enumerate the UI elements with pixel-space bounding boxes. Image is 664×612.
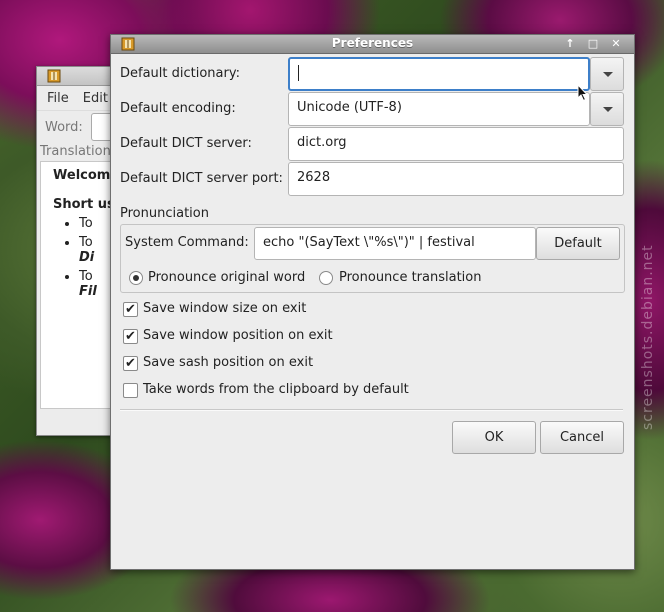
dict-port-label: Default DICT server port: (120, 171, 283, 186)
default-command-button[interactable]: Default (536, 227, 620, 260)
default-encoding-label: Default encoding: (120, 101, 236, 116)
chevron-down-icon (603, 72, 613, 77)
dialog-separator (120, 409, 623, 411)
cancel-button[interactable]: Cancel (540, 421, 624, 454)
raise-icon[interactable]: ↑ (561, 36, 579, 51)
menu-file[interactable]: File (47, 91, 69, 106)
dict-port-input[interactable]: 2628 (288, 162, 624, 196)
pronunciation-title: Pronunciation (120, 206, 211, 221)
dialog-titlebar[interactable]: Preferences ↑ □ ✕ (111, 35, 634, 54)
default-encoding-dropdown-button[interactable] (590, 92, 624, 126)
dictionary-app-icon (47, 69, 61, 87)
pronounce-original-radio[interactable] (129, 271, 143, 285)
pronounce-original-label[interactable]: Pronounce original word (148, 270, 305, 285)
pronounce-translation-radio[interactable] (319, 271, 333, 285)
watermark-text: screenshots.debian.net (640, 244, 656, 430)
clipboard-words-label[interactable]: Take words from the clipboard by default (143, 382, 409, 397)
save-sash-position-checkbox[interactable]: ✔ (123, 356, 138, 371)
default-encoding-select[interactable]: Unicode (UTF-8) (288, 92, 590, 126)
mouse-pointer-icon (577, 83, 589, 106)
default-dictionary-dropdown-button[interactable] (590, 57, 624, 91)
maximize-icon[interactable]: □ (584, 36, 602, 51)
text-caret (298, 64, 299, 81)
close-icon[interactable]: ✕ (607, 36, 625, 51)
chevron-down-icon (603, 107, 613, 112)
dict-server-label: Default DICT server: (120, 136, 252, 151)
save-window-size-label[interactable]: Save window size on exit (143, 301, 306, 316)
word-label: Word: (45, 119, 83, 135)
dict-server-input[interactable]: dict.org (288, 127, 624, 161)
pronounce-translation-label[interactable]: Pronounce translation (339, 270, 481, 285)
default-dictionary-input[interactable] (288, 57, 590, 91)
menu-edit[interactable]: Edit (83, 91, 108, 106)
dialog-title: Preferences (331, 36, 414, 50)
preferences-dialog: Preferences ↑ □ ✕ Default dictionary: De… (110, 34, 635, 570)
ok-button[interactable]: OK (452, 421, 536, 454)
save-window-size-checkbox[interactable]: ✔ (123, 302, 138, 317)
system-command-label: System Command: (125, 235, 249, 250)
save-sash-position-label[interactable]: Save sash position on exit (143, 355, 313, 370)
save-window-position-label[interactable]: Save window position on exit (143, 328, 333, 343)
system-command-input[interactable]: echo "(SayText \"%s\")" | festival (254, 227, 536, 260)
clipboard-words-checkbox[interactable] (123, 383, 138, 398)
default-dictionary-label: Default dictionary: (120, 66, 240, 81)
save-window-position-checkbox[interactable]: ✔ (123, 329, 138, 344)
